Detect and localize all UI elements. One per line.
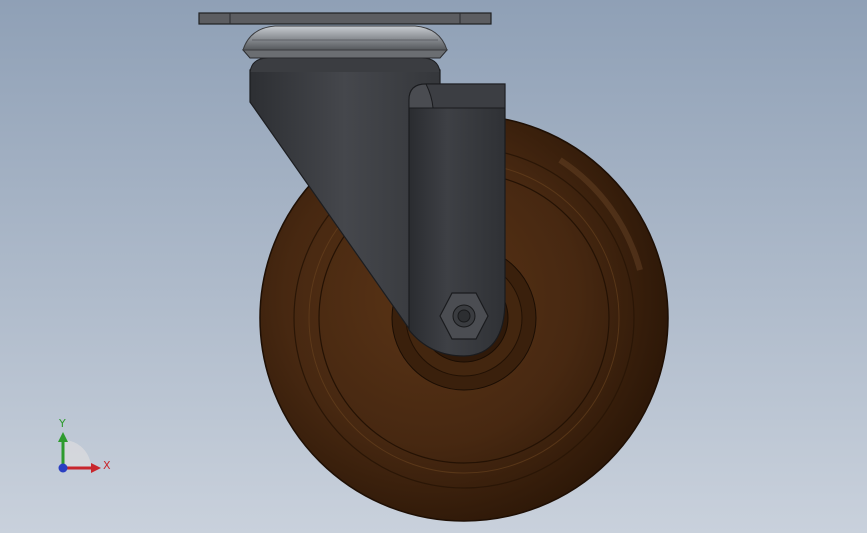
reference-triad: Y X xyxy=(58,417,111,473)
graphics-viewport[interactable]: Y X xyxy=(0,0,867,533)
y-axis-arrowhead xyxy=(58,432,68,442)
y-axis-label: Y xyxy=(58,417,66,430)
x-axis-label: X xyxy=(103,459,111,472)
x-axis-arrowhead xyxy=(91,463,101,473)
swivel-raceway[interactable] xyxy=(241,25,449,59)
top-mounting-plate[interactable] xyxy=(198,12,492,25)
z-axis-indicator xyxy=(58,463,68,473)
triad-plane-fill xyxy=(63,440,91,468)
model-view[interactable]: Y X xyxy=(0,0,867,533)
